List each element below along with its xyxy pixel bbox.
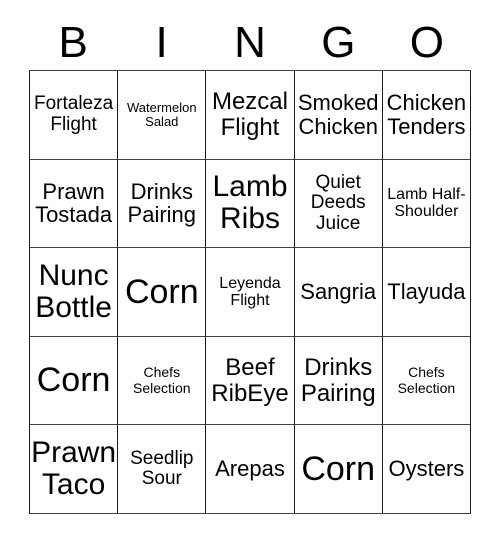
- bingo-cell-label: Fortaleza Flight: [33, 93, 114, 135]
- bingo-card: B I N G O Fortaleza Flight Watermelon Sa…: [0, 0, 500, 544]
- header-letter-b: B: [58, 18, 88, 67]
- header-letter-g: G: [321, 18, 356, 67]
- bingo-cell-label: Lamb Ribs: [212, 170, 288, 236]
- bingo-cell-label: Nunc Bottle: [35, 258, 112, 324]
- bingo-cell-label: Leyenda Flight: [219, 274, 281, 309]
- bingo-cell[interactable]: Chefs Selection: [118, 336, 207, 426]
- bingo-cell[interactable]: Beef RibEye: [206, 336, 295, 426]
- bingo-cell-label: Chefs Selection: [132, 364, 191, 396]
- bingo-cell[interactable]: Fortaleza Flight: [30, 71, 119, 160]
- bingo-cell-label: Chefs Selection: [397, 364, 456, 396]
- bingo-cell-label: Prawn Taco: [31, 435, 117, 502]
- bingo-cell-label: Tlayuda: [387, 279, 466, 305]
- bingo-cell[interactable]: Prawn Taco: [30, 425, 119, 514]
- bingo-cell-label: Sangria: [300, 279, 377, 305]
- header-letter-n: N: [234, 18, 266, 67]
- bingo-cell[interactable]: Lamb Ribs: [206, 159, 295, 249]
- bingo-cell-label: Beef RibEye: [211, 353, 289, 407]
- bingo-cell[interactable]: Sangria: [294, 248, 383, 337]
- bingo-cell-label: Watermelon Salad: [126, 99, 197, 129]
- bingo-cell-label: Smoked Chicken: [297, 90, 379, 139]
- bingo-cell-label: Corn: [36, 361, 111, 400]
- bingo-cell-label: Chicken Tenders: [386, 90, 467, 139]
- bingo-cell[interactable]: Nunc Bottle: [30, 248, 119, 337]
- bingo-cell[interactable]: Prawn Tostada: [30, 159, 119, 249]
- bingo-cell[interactable]: Lamb Half-Shoulder: [382, 159, 471, 249]
- bingo-grid: Fortaleza Flight Watermelon Salad Mezcal…: [29, 70, 471, 514]
- header-letter-o: O: [409, 18, 444, 67]
- bingo-cell-label: Drinks Pairing: [300, 353, 376, 407]
- bingo-cell[interactable]: Smoked Chicken: [294, 71, 383, 160]
- bingo-cell-label: Oysters: [388, 456, 465, 482]
- bingo-cell[interactable]: Corn: [118, 248, 207, 337]
- bingo-cell-label: Mezcal Flight: [211, 87, 288, 141]
- bingo-cell[interactable]: Tlayuda: [382, 248, 471, 337]
- bingo-cell[interactable]: Seedlip Sour: [118, 425, 207, 514]
- bingo-cell-label: Prawn Tostada: [35, 178, 113, 228]
- bingo-cell[interactable]: Chicken Tenders: [382, 71, 471, 160]
- bingo-cell-label: Corn: [301, 449, 376, 488]
- bingo-cell[interactable]: Corn: [294, 425, 383, 514]
- bingo-cell-label: Seedlip Sour: [130, 447, 194, 490]
- bingo-cell[interactable]: Leyenda Flight: [206, 248, 295, 337]
- bingo-cell[interactable]: Drinks Pairing: [118, 159, 207, 249]
- bingo-cell[interactable]: Oysters: [382, 425, 471, 514]
- bingo-cell-label: Quiet Deeds Juice: [310, 171, 366, 234]
- bingo-cell[interactable]: Watermelon Salad: [118, 71, 207, 160]
- bingo-cell-label: Arepas: [215, 456, 285, 482]
- bingo-cell-label: Lamb Half-Shoulder: [387, 186, 466, 221]
- bingo-cell-label: Drinks Pairing: [127, 178, 197, 228]
- bingo-cell-label: Corn: [124, 272, 199, 311]
- bingo-header: B I N G O: [29, 16, 471, 70]
- bingo-cell[interactable]: Mezcal Flight: [206, 71, 295, 160]
- bingo-cell[interactable]: Chefs Selection: [382, 336, 471, 426]
- bingo-cell[interactable]: Drinks Pairing: [294, 336, 383, 426]
- bingo-cell[interactable]: Corn: [30, 336, 119, 426]
- bingo-cell[interactable]: Quiet Deeds Juice: [294, 159, 383, 249]
- header-letter-i: I: [155, 18, 168, 67]
- bingo-cell[interactable]: Arepas: [206, 425, 295, 514]
